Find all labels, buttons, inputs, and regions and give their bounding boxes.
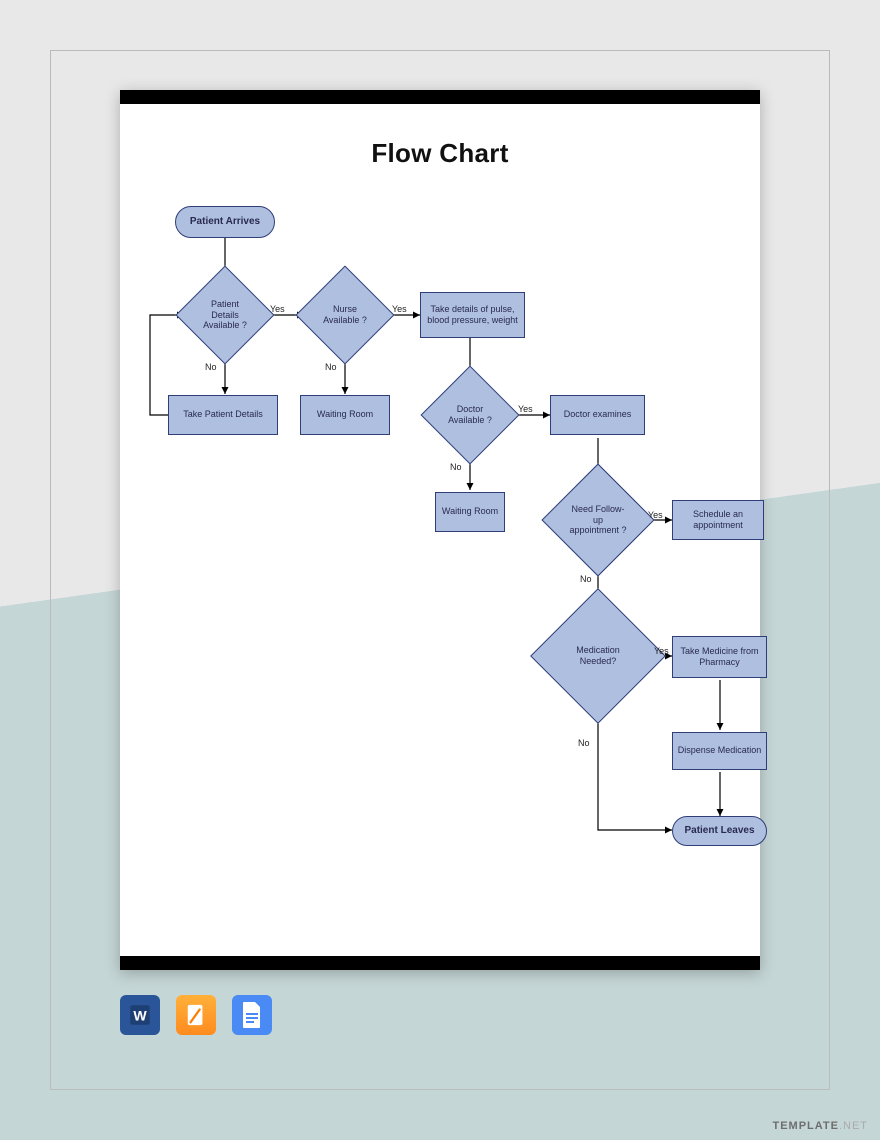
watermark: TEMPLATE.NET [772,1120,868,1132]
node-schedule-appointment-label: Schedule an appointment [677,509,759,532]
format-icons: W [120,995,272,1035]
node-waiting-room-1-label: Waiting Room [317,409,373,420]
node-end-label: Patient Leaves [684,825,754,838]
edge-yes: Yes [518,404,533,414]
edge-no: No [580,574,592,584]
node-decision-followup-label: Need Follow-up appointment ? [558,480,638,560]
edge-yes: Yes [270,304,285,314]
page-title: Flow Chart [120,138,760,169]
node-decision-medication: Medication Needed? [550,608,646,704]
node-decision-patient-details-label: Patient Details Available ? [190,280,260,350]
svg-text:W: W [133,1007,147,1023]
document-page: Flow Chart [120,90,760,970]
top-band [120,90,760,104]
node-start-label: Patient Arrives [190,216,260,229]
node-take-medicine-label: Take Medicine from Pharmacy [677,646,762,669]
node-doctor-examines-label: Doctor examines [564,409,632,420]
edge-no: No [450,462,462,472]
node-decision-doctor: Doctor Available ? [435,380,505,450]
node-decision-followup: Need Follow-up appointment ? [558,480,638,560]
node-schedule-appointment: Schedule an appointment [672,500,764,540]
node-doctor-examines: Doctor examines [550,395,645,435]
node-decision-nurse-label: Nurse Available ? [310,280,380,350]
pages-icon[interactable] [176,995,216,1035]
watermark-brand: TEMPLATE [772,1120,838,1132]
node-end: Patient Leaves [672,816,767,846]
node-start: Patient Arrives [175,206,275,238]
edge-no: No [578,738,590,748]
node-dispense-medication: Dispense Medication [672,732,767,770]
edge-no: No [325,362,337,372]
flowchart: Patient Arrives Patient Details Availabl… [120,190,760,950]
edge-yes: Yes [648,510,663,520]
node-decision-doctor-label: Doctor Available ? [435,380,505,450]
node-dispense-medication-label: Dispense Medication [678,745,762,756]
node-waiting-room-2: Waiting Room [435,492,505,532]
edge-yes: Yes [392,304,407,314]
word-icon[interactable]: W [120,995,160,1035]
watermark-tld: .NET [839,1120,868,1132]
edge-yes: Yes [654,646,669,656]
node-decision-nurse: Nurse Available ? [310,280,380,350]
node-waiting-room-1: Waiting Room [300,395,390,435]
node-take-vitals: Take details of pulse, blood pressure, w… [420,292,525,338]
node-waiting-room-2-label: Waiting Room [442,506,498,517]
node-decision-patient-details: Patient Details Available ? [190,280,260,350]
node-take-patient-details-label: Take Patient Details [183,409,263,420]
node-decision-medication-label: Medication Needed? [550,608,646,704]
google-docs-icon[interactable] [232,995,272,1035]
node-take-vitals-label: Take details of pulse, blood pressure, w… [425,304,520,327]
node-take-patient-details: Take Patient Details [168,395,278,435]
node-take-medicine: Take Medicine from Pharmacy [672,636,767,678]
edge-no: No [205,362,217,372]
bottom-band [120,956,760,970]
